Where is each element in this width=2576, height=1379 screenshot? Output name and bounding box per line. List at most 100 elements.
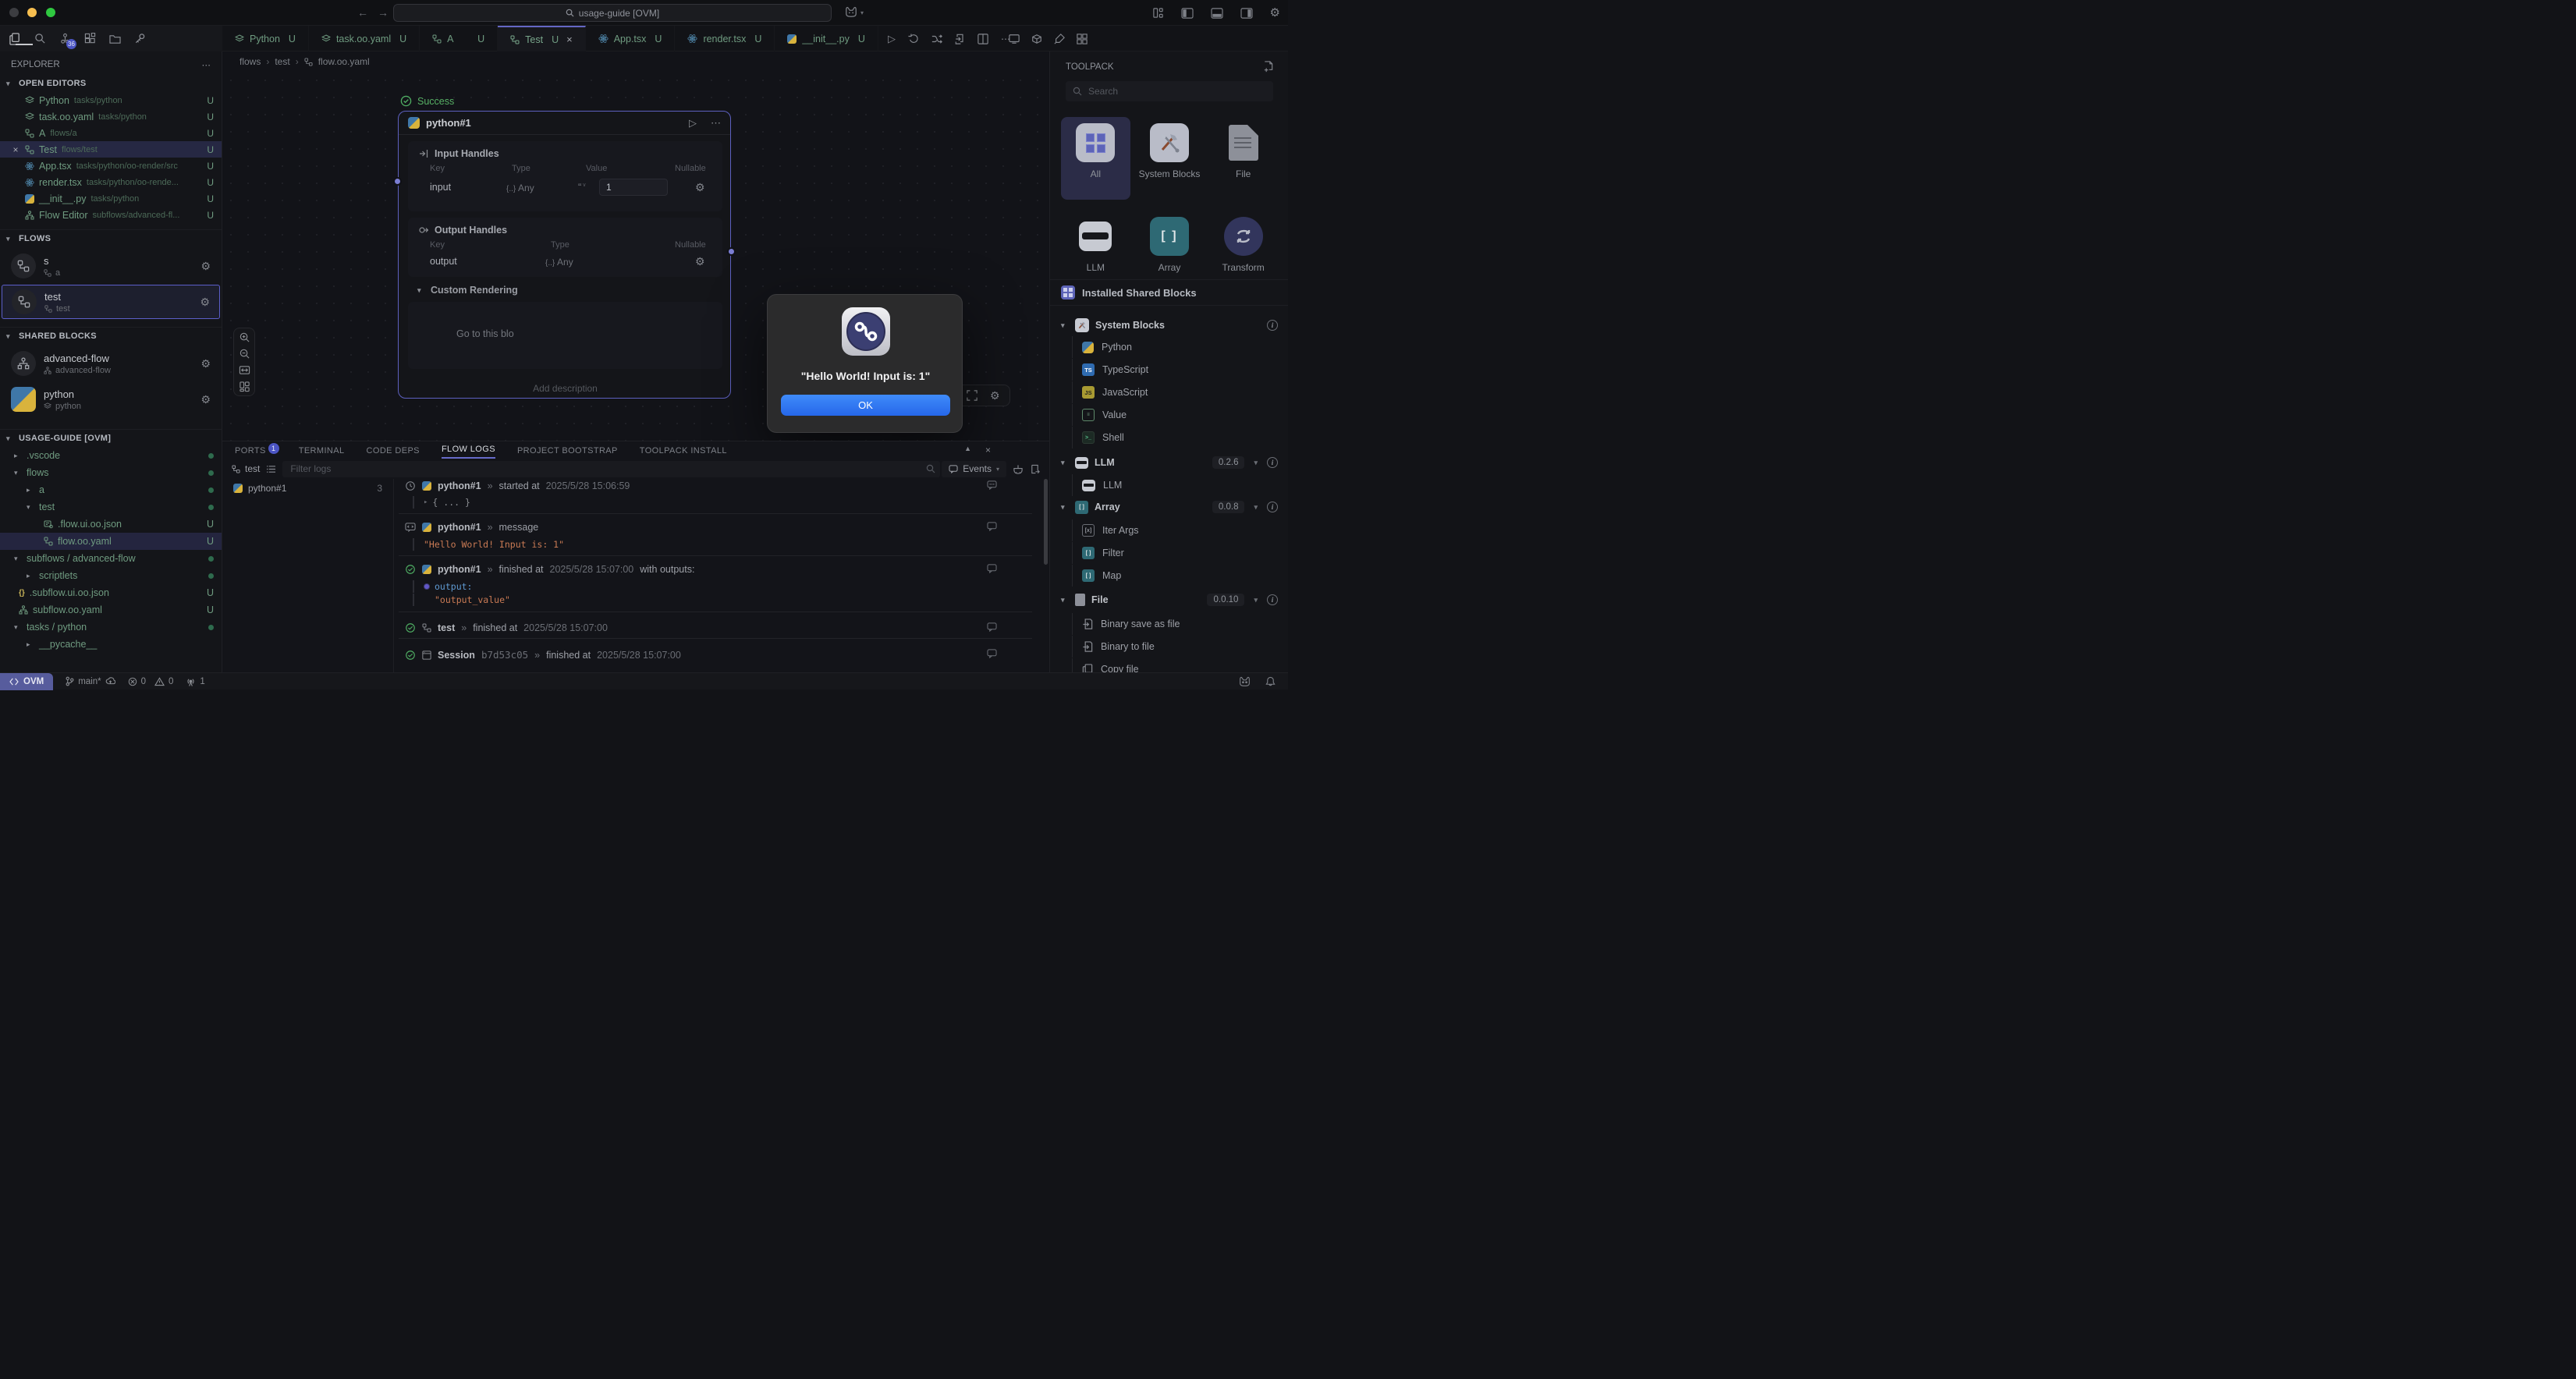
toggle-right-sidebar-icon[interactable] (1240, 8, 1253, 19)
grid-icon[interactable] (1077, 34, 1088, 44)
new-toolpack-icon[interactable] (1263, 61, 1274, 73)
log-view-options-icon[interactable] (266, 465, 276, 473)
source-control-icon[interactable]: 36 (59, 33, 71, 45)
fit-view-icon[interactable] (239, 364, 250, 376)
handle-type[interactable]: Any (506, 183, 534, 193)
flow-settings-gear-icon[interactable] (200, 261, 211, 271)
go-to-block-link[interactable]: Go to this blo (456, 328, 514, 339)
version-badge[interactable]: 0.2.6 (1212, 456, 1245, 469)
problems-indicator[interactable]: 0 0 (128, 677, 174, 686)
info-icon[interactable]: i (1267, 502, 1278, 512)
maximize-panel-icon[interactable]: ▲ (964, 445, 971, 456)
window-controls[interactable] (9, 8, 62, 19)
rerun-icon[interactable] (908, 34, 919, 44)
flow-canvas[interactable]: Success python#1 ▷ ⋯ Input Handles Key T… (222, 72, 1049, 441)
tree-item-subflow-ui-json[interactable]: {}.subflow.ui.oo.jsonU (0, 584, 222, 601)
ovm-assistant-icon[interactable] (1238, 675, 1251, 687)
flow-view-icon[interactable] (1009, 34, 1020, 44)
close-window-icon[interactable] (9, 8, 19, 17)
version-badge[interactable]: 0.0.10 (1207, 594, 1244, 606)
zoom-in-icon[interactable] (239, 331, 250, 343)
log-entry-started[interactable]: python#1»started at2025/5/28 15:06:59 (405, 480, 630, 491)
tree-item-pycache[interactable]: ▸__pycache__ (0, 636, 222, 653)
log-entry-session-finished[interactable]: Sessionb7d53c05»finished at2025/5/28 15:… (405, 649, 681, 661)
chevron-down-icon[interactable]: ▾ (860, 9, 864, 16)
block-javascript[interactable]: JSJavaScript (1072, 381, 1283, 403)
node-description-placeholder[interactable]: Add description (399, 383, 732, 394)
notifications-bell-icon[interactable] (1265, 676, 1276, 687)
package-icon[interactable] (1031, 34, 1042, 44)
close-panel-icon[interactable]: × (985, 445, 991, 456)
category-llm[interactable]: LLM (1061, 211, 1130, 280)
open-editor-item[interactable]: __init__.pytasks/pythonU (0, 190, 222, 207)
split-editor-icon[interactable] (978, 34, 988, 44)
block-iter-args[interactable]: [x]Iter Args (1072, 519, 1283, 541)
customize-layout-icon[interactable] (1152, 7, 1164, 19)
run-icon[interactable]: ▷ (888, 33, 896, 45)
block-copy-file[interactable]: Copy file (1072, 658, 1283, 672)
tree-item-subflows-advanced-flow[interactable]: ▾subflows / advanced-flow (0, 550, 222, 567)
value-mode-icon[interactable] (578, 181, 586, 193)
shared-block-settings-gear-icon[interactable] (200, 394, 211, 405)
filter-logs-input[interactable] (282, 461, 940, 477)
tab-test[interactable]: Test U× (498, 26, 586, 51)
tab-app-tsx[interactable]: App.tsxU (586, 26, 676, 51)
run-node-icon[interactable]: ▷ (689, 117, 697, 129)
ovm-logo-icon[interactable] (844, 5, 858, 18)
tab-terminal[interactable]: TERMINAL (299, 446, 345, 459)
tree-item-scriptlets[interactable]: ▸scriptlets (0, 567, 222, 584)
group-llm[interactable]: ▾ LLM 0.2.6▾ i (1050, 452, 1288, 473)
remote-indicator[interactable]: OVM (0, 673, 53, 690)
shared-block-python[interactable]: python python (2, 382, 220, 417)
back-icon[interactable]: ← (357, 6, 368, 19)
toggle-panel-icon[interactable] (1211, 8, 1223, 19)
tree-item-flow-oo-yaml-selected[interactable]: flow.oo.yamlU (0, 533, 222, 550)
open-editor-item[interactable]: task.oo.yamltasks/pythonU (0, 108, 222, 125)
more-actions-icon[interactable]: ⋯ (202, 59, 211, 70)
open-editor-item-selected[interactable]: × Testflows/testU (0, 141, 222, 158)
version-badge[interactable]: 0.0.8 (1212, 501, 1245, 513)
open-editor-item[interactable]: Pythontasks/pythonU (0, 92, 222, 108)
input-value-field[interactable] (599, 179, 668, 196)
clear-logs-icon[interactable] (1013, 464, 1024, 474)
category-file[interactable]: File (1208, 117, 1278, 200)
tab-ports[interactable]: PORTS1 (235, 446, 266, 459)
block-python[interactable]: Python (1072, 336, 1283, 358)
comment-icon[interactable] (987, 622, 997, 632)
tree-item-a[interactable]: ▸a (0, 481, 222, 498)
output-connector-dot[interactable] (727, 247, 736, 256)
brush-icon[interactable] (1054, 34, 1065, 44)
flow-log-scope[interactable]: test (232, 463, 260, 474)
workspace-header[interactable]: ▾USAGE-GUIDE [OVM] (0, 429, 222, 447)
comment-icon[interactable] (987, 522, 997, 531)
block-typescript[interactable]: TSTypeScript (1072, 359, 1283, 381)
tree-item-test[interactable]: ▾test (0, 498, 222, 516)
tab-render-tsx[interactable]: render.tsxU (675, 26, 775, 51)
ports-indicator[interactable]: 1 (186, 677, 204, 686)
node-more-icon[interactable]: ⋯ (711, 117, 721, 129)
log-entries-list[interactable]: python#1»started at2025/5/28 15:06:59 ▸{… (394, 479, 1049, 673)
tree-item-subflow-oo-yaml[interactable]: subflow.oo.yamlU (0, 601, 222, 619)
log-session-item[interactable]: python#1 3 (222, 479, 393, 498)
ok-button[interactable]: OK (781, 395, 950, 416)
tab-flow-logs[interactable]: FLOW LOGS (442, 445, 495, 459)
tab-task-oo-yaml[interactable]: task.oo.yamlU (309, 26, 420, 51)
category-system-blocks[interactable]: System Blocks (1135, 117, 1205, 200)
comment-icon[interactable] (987, 649, 997, 658)
search-icon[interactable] (34, 33, 46, 44)
tree-item-tasks-python[interactable]: ▾tasks / python (0, 619, 222, 636)
toggle-left-sidebar-icon[interactable] (1181, 8, 1194, 19)
tab-init-py[interactable]: __init__.pyU (775, 26, 878, 51)
open-editor-item[interactable]: Aflows/aU (0, 125, 222, 141)
comment-icon[interactable] (987, 480, 997, 490)
tree-item-flows[interactable]: ▾flows (0, 464, 222, 481)
flow-item-test-selected[interactable]: test test (2, 285, 220, 319)
open-editor-item[interactable]: render.tsxtasks/python/oo-rende...U (0, 174, 222, 190)
tab-code-deps[interactable]: CODE DEPS (367, 446, 420, 459)
settings-gear-icon[interactable] (1270, 7, 1280, 19)
custom-rendering-header[interactable]: ▾Custom Rendering (417, 285, 518, 296)
block-binary-to-file[interactable]: Binary to file (1072, 636, 1283, 658)
tab-project-bootstrap[interactable]: PROJECT BOOTSTRAP (517, 446, 618, 459)
flow-settings-gear-icon[interactable] (200, 296, 210, 307)
block-value[interactable]: ≡Value (1072, 404, 1283, 426)
